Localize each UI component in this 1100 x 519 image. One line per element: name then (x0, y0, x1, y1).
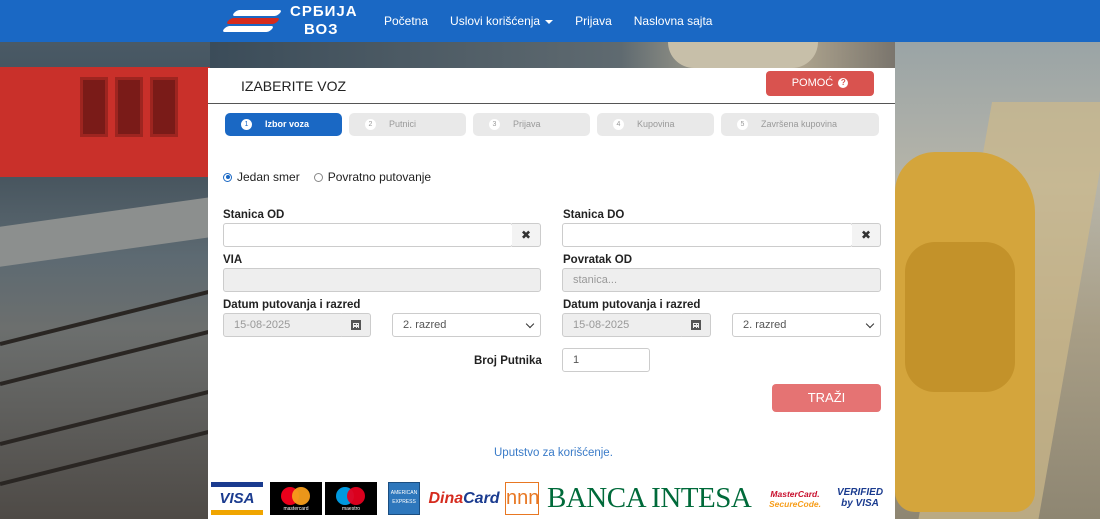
vbv-line-2: by VISA (841, 498, 879, 509)
via-input[interactable] (223, 268, 541, 292)
mastercard-securecode-logo: MasterCard. SecureCode. (766, 482, 824, 515)
step-label: Izbor voza (265, 119, 310, 129)
vbv-line-1: VERIFIED (836, 487, 884, 498)
dinacard-wordmark-a: Dina (428, 490, 464, 507)
one-way-radio[interactable] (223, 172, 232, 182)
step-passengers[interactable]: 2 Putnici (349, 113, 466, 136)
user-guide-link[interactable]: Uputstvo za korišćenje. (494, 447, 613, 459)
passengers-input[interactable]: 1 (562, 348, 650, 372)
step-number: 3 (489, 119, 500, 130)
nav-home[interactable]: Početna (384, 14, 428, 28)
from-station-input[interactable] (223, 223, 513, 247)
maestro-wordmark: maestro (341, 506, 361, 512)
step-purchase[interactable]: 4 Kupovina (597, 113, 714, 136)
calendar-icon[interactable] (682, 313, 711, 337)
banca-intesa-logo: BANCA INTESA (547, 482, 752, 514)
page-title: IZABERITE VOZ (241, 78, 347, 94)
verified-by-visa-logo: VERIFIED by VISA (833, 482, 887, 515)
step-number: 1 (241, 119, 252, 130)
return-from-label: Povratak OD (563, 254, 633, 266)
step-completed-purchase[interactable]: 5 Završena kupovina (721, 113, 879, 136)
step-label: Putnici (389, 119, 417, 129)
clear-to-icon[interactable]: ✖ (852, 223, 881, 247)
nav-terms-dropdown[interactable]: Uslovi korišćenja (450, 14, 554, 28)
step-label: Kupovina (637, 119, 675, 129)
date-input-outbound[interactable]: 15-08-2025 (223, 313, 344, 337)
calendar-icon[interactable] (342, 313, 371, 337)
class-select-value: 2. razred (403, 319, 447, 331)
step-number: 4 (613, 119, 624, 130)
from-station-label: Stanica OD (223, 209, 285, 221)
nav-links: Početna Uslovi korišćenja Prijava Naslov… (384, 0, 734, 42)
date-input-return[interactable]: 15-08-2025 (562, 313, 684, 337)
help-label: POMOĆ (791, 77, 834, 89)
chevron-down-icon (865, 319, 875, 329)
chevron-down-icon (525, 319, 535, 329)
date-label-outbound: Datum putovanja i razred (223, 299, 361, 311)
background-train (0, 67, 210, 177)
class-select-outbound[interactable]: 2. razred (392, 313, 541, 337)
maestro-logo: maestro (325, 482, 377, 515)
nav-terms-label: Uslovi korišćenja (450, 14, 541, 28)
passengers-label: Broj Putnika (474, 355, 542, 367)
background-train-scene (0, 42, 224, 519)
visa-logo: VISA (211, 482, 263, 515)
booking-panel: IZABERITE VOZ POMOĆ ? 1 Izbor voza 2 Put… (208, 68, 895, 519)
background-traveler (895, 42, 1100, 519)
securecode-line-1: MasterCard. (770, 489, 820, 499)
dinacard-logo: DinaCard (428, 482, 500, 515)
clear-from-icon[interactable]: ✖ (512, 223, 541, 247)
logo-line-2: ВОЗ (304, 21, 339, 38)
help-button[interactable]: POMOĆ ? (766, 71, 874, 96)
progress-steps: 1 Izbor voza 2 Putnici 3 Prijava 4 Kupov… (225, 113, 885, 137)
to-station-input[interactable] (562, 223, 853, 247)
nav-login[interactable]: Prijava (575, 14, 612, 28)
step-number: 2 (365, 119, 376, 130)
step-label: Prijava (513, 119, 541, 129)
via-label: VIA (223, 254, 243, 266)
step-label: Završena kupovina (761, 119, 838, 129)
search-button[interactable]: TRAŽI (772, 384, 881, 412)
one-way-label[interactable]: Jedan smer (237, 170, 300, 184)
trip-type-group: Jedan smer Povratno putovanje (223, 170, 445, 184)
return-trip-radio[interactable] (313, 172, 323, 182)
logo-line-1: СРБИЈА (290, 3, 358, 20)
mastercard-wordmark: mastercard (283, 506, 309, 512)
srbija-voz-logo[interactable]: СРБИЈА ВОЗ (221, 3, 364, 38)
question-icon: ? (838, 78, 849, 89)
to-station-label: Stanica DO (563, 209, 625, 221)
caret-down-icon (545, 19, 554, 24)
date-label-return: Datum putovanja i razred (563, 299, 701, 311)
panel-header: IZABERITE VOZ POMOĆ ? (208, 68, 895, 104)
nav-main-site[interactable]: Naslovna sajta (634, 14, 713, 28)
payment-logos: VISA mastercard maestro AMERICAN EXPRESS… (208, 480, 895, 519)
step-train-selection[interactable]: 1 Izbor voza (225, 113, 342, 136)
step-number: 5 (737, 119, 748, 130)
navbar: СРБИЈА ВОЗ Početna Uslovi korišćenja Pri… (0, 0, 1100, 42)
mastercard-logo: mastercard (270, 482, 322, 515)
return-from-input[interactable]: stanica... (562, 268, 881, 292)
class-select-value: 2. razred (743, 319, 787, 331)
class-select-return[interactable]: 2. razred (732, 313, 881, 337)
bank-emblem-logo: nnn (505, 482, 539, 515)
securecode-line-2: SecureCode. (769, 499, 821, 509)
amex-logo: AMERICAN EXPRESS (388, 482, 420, 515)
step-login[interactable]: 3 Prijava (473, 113, 590, 136)
return-trip-label[interactable]: Povratno putovanje (328, 170, 431, 184)
dinacard-wordmark-b: Card (463, 490, 500, 507)
